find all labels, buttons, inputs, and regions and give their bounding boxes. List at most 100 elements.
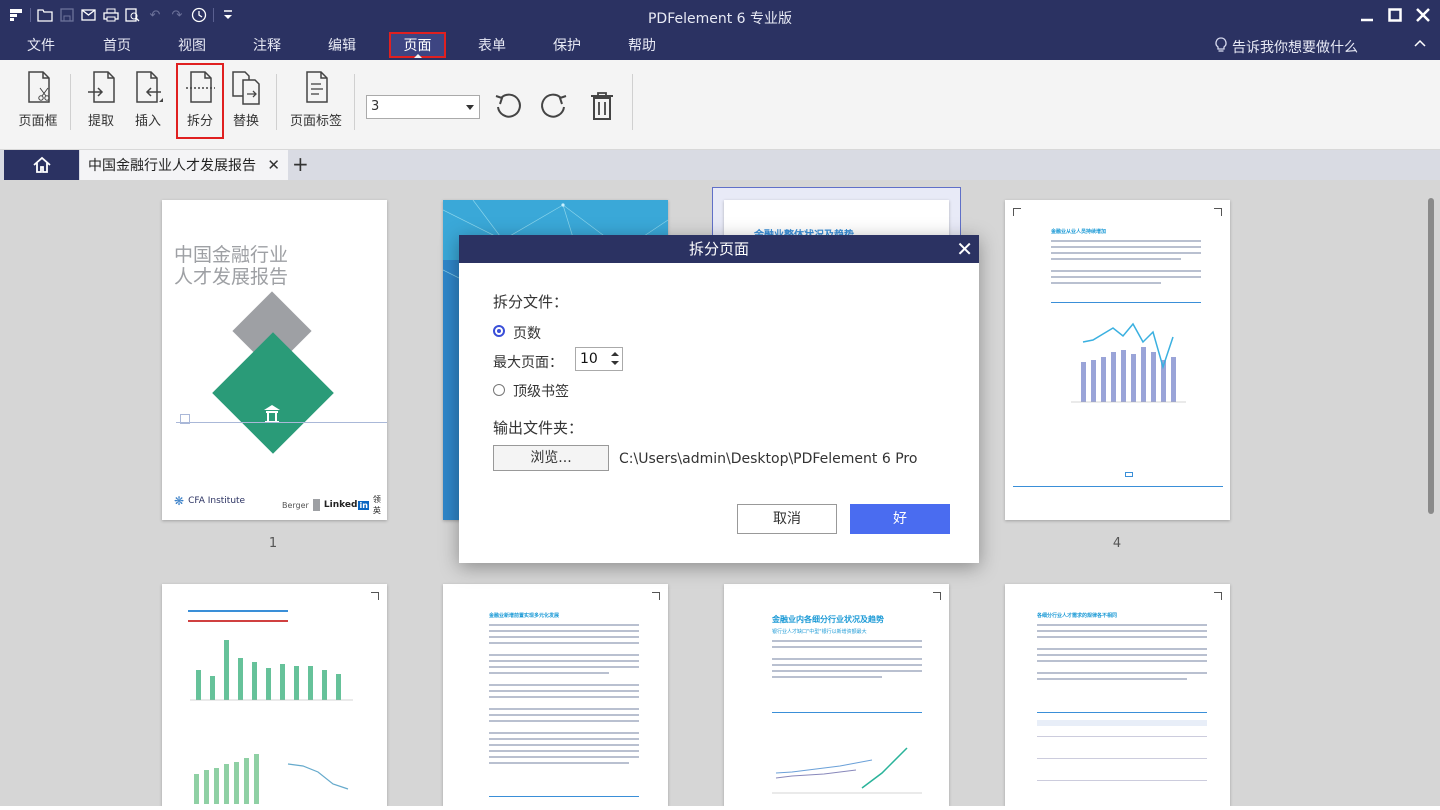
menu-protect[interactable]: 保护: [540, 32, 594, 58]
page-thumbnail-7[interactable]: 金融业内各细分行业状况及趋势 银行业人才缺口"中型"银行以新增资额最大: [724, 584, 949, 806]
extract-page-icon: [88, 71, 115, 103]
text-line: [1051, 276, 1201, 278]
text-line: [1037, 678, 1187, 680]
menu-comment[interactable]: 注释: [240, 32, 294, 58]
page-labels-label: 页面标签: [289, 114, 342, 129]
text-line: [489, 684, 639, 686]
max-pages-stepper[interactable]: 10: [575, 347, 623, 371]
small-bar-chart-graphic: [194, 754, 349, 804]
page-thumbnail-1[interactable]: 中国金融行业 人才发展报告 ❋ CFA Institute Berger Lin…: [162, 200, 387, 520]
home-tab[interactable]: [4, 150, 79, 180]
text-line: [489, 690, 639, 692]
radio-pages[interactable]: [493, 325, 505, 337]
cancel-button[interactable]: 取消: [737, 504, 837, 534]
text-line: [1037, 636, 1207, 638]
menu-file[interactable]: 文件: [14, 32, 68, 58]
insert-label: 插入: [134, 114, 161, 129]
line-chart-graphic: [772, 747, 922, 794]
heading-line: [188, 610, 288, 612]
replace-button[interactable]: 替换: [228, 70, 264, 132]
text-line: [489, 660, 639, 662]
minimize-icon[interactable]: [1358, 6, 1376, 24]
page-number-select[interactable]: 3: [366, 95, 480, 119]
delete-page-icon[interactable]: [586, 90, 618, 122]
browse-button[interactable]: 浏览...: [493, 445, 609, 471]
page-number-value: 3: [371, 99, 380, 114]
menu-page[interactable]: 页面: [389, 32, 446, 58]
linkedin-logo-cn: 领英: [372, 495, 381, 515]
text-line: [489, 696, 639, 698]
text-line: [489, 672, 609, 674]
text-line: [489, 624, 639, 626]
extract-button[interactable]: 提取: [82, 70, 120, 132]
footer-rule: [1013, 486, 1223, 487]
page-thumbnail-8[interactable]: 各细分行业人才需求的规律各不相同: [1005, 584, 1230, 806]
chart-rule: [489, 796, 639, 797]
cfa-logo-text: CFA Institute: [188, 496, 246, 506]
text-line: [1037, 660, 1207, 662]
split-button[interactable]: 拆分: [176, 63, 224, 139]
page7-title: 金融业内各细分行业状况及趋势: [772, 615, 884, 624]
corner-mark: [1013, 208, 1021, 216]
stepper-up-icon[interactable]: [610, 349, 620, 359]
text-line: [1037, 654, 1207, 656]
rotate-left-icon[interactable]: [492, 90, 524, 122]
page-thumbnail-4[interactable]: 金融业从业人员持续增加: [1005, 200, 1230, 520]
insert-button[interactable]: 插入: [128, 70, 168, 132]
tell-me-search[interactable]: 告诉我你想要做什么: [1214, 37, 1358, 57]
menu-home[interactable]: 首页: [90, 32, 144, 58]
page7-subtitle: 银行业人才缺口"中型"银行以新增资额最大: [772, 629, 867, 635]
collapse-ribbon-icon[interactable]: [1414, 36, 1426, 52]
replace-page-icon: [232, 71, 260, 105]
text-line: [489, 636, 639, 638]
window-title: PDFelement 6 专业版: [647, 11, 793, 27]
page-thumbnail-5[interactable]: [162, 584, 387, 806]
text-line: [1037, 630, 1207, 632]
corner-mark: [652, 592, 660, 600]
home-icon: [32, 156, 51, 173]
bar-line-chart-graphic: [1071, 322, 1186, 403]
cover-line: [176, 422, 387, 423]
chevron-down-icon: [466, 105, 474, 110]
vertical-scrollbar[interactable]: [1428, 198, 1434, 514]
stepper-down-icon[interactable]: [610, 359, 620, 369]
document-tab-bar: 中国金融行业人才发展报告 ✕ +: [0, 150, 1440, 180]
text-line: [489, 714, 639, 716]
radio-bookmarks[interactable]: [493, 384, 505, 396]
dialog-title: 拆分页面: [688, 240, 749, 258]
output-folder-label: 输出文件夹：: [493, 419, 584, 437]
corner-mark: [1214, 592, 1222, 600]
menu-bar: 文件 首页 视图 注释 编辑 页面 表单 保护 帮助 告诉我你想要做什么: [0, 32, 1440, 60]
crop-pages-button[interactable]: 页面框: [14, 70, 62, 132]
text-line: [1037, 672, 1207, 674]
document-tab[interactable]: 中国金融行业人才发展报告 ✕: [80, 150, 288, 180]
table-header: [1037, 720, 1207, 726]
text-line: [772, 664, 922, 666]
menu-view[interactable]: 视图: [165, 32, 219, 58]
green-bar-chart-graphic: [190, 640, 353, 701]
text-line: [489, 744, 639, 746]
text-line: [489, 756, 639, 758]
menu-form[interactable]: 表单: [465, 32, 519, 58]
menu-edit[interactable]: 编辑: [315, 32, 369, 58]
menu-help[interactable]: 帮助: [615, 32, 669, 58]
ok-button[interactable]: 好: [850, 504, 950, 534]
berger-logo-mark: [312, 499, 320, 511]
new-tab-icon[interactable]: +: [292, 154, 309, 174]
max-pages-value: 10: [580, 351, 598, 367]
text-line: [772, 640, 922, 642]
close-icon[interactable]: [1414, 6, 1432, 24]
rotate-right-icon[interactable]: [538, 90, 570, 122]
text-line: [489, 750, 639, 752]
chart-rule: [772, 712, 922, 713]
radio-bookmarks-label[interactable]: 顶级书签: [513, 381, 569, 401]
page-thumbnail-6[interactable]: 金融业新增前置实现多元化发展: [443, 584, 668, 806]
maximize-icon[interactable]: [1386, 6, 1404, 24]
corner-mark: [933, 592, 941, 600]
page-labels-button[interactable]: 页面标签: [288, 70, 344, 132]
radio-pages-label[interactable]: 页数: [513, 323, 541, 343]
berger-logo-text: Berger: [282, 500, 309, 510]
close-tab-icon[interactable]: ✕: [267, 156, 280, 174]
cover-green-diamond: [212, 332, 334, 454]
close-dialog-icon[interactable]: ✕: [956, 235, 973, 263]
